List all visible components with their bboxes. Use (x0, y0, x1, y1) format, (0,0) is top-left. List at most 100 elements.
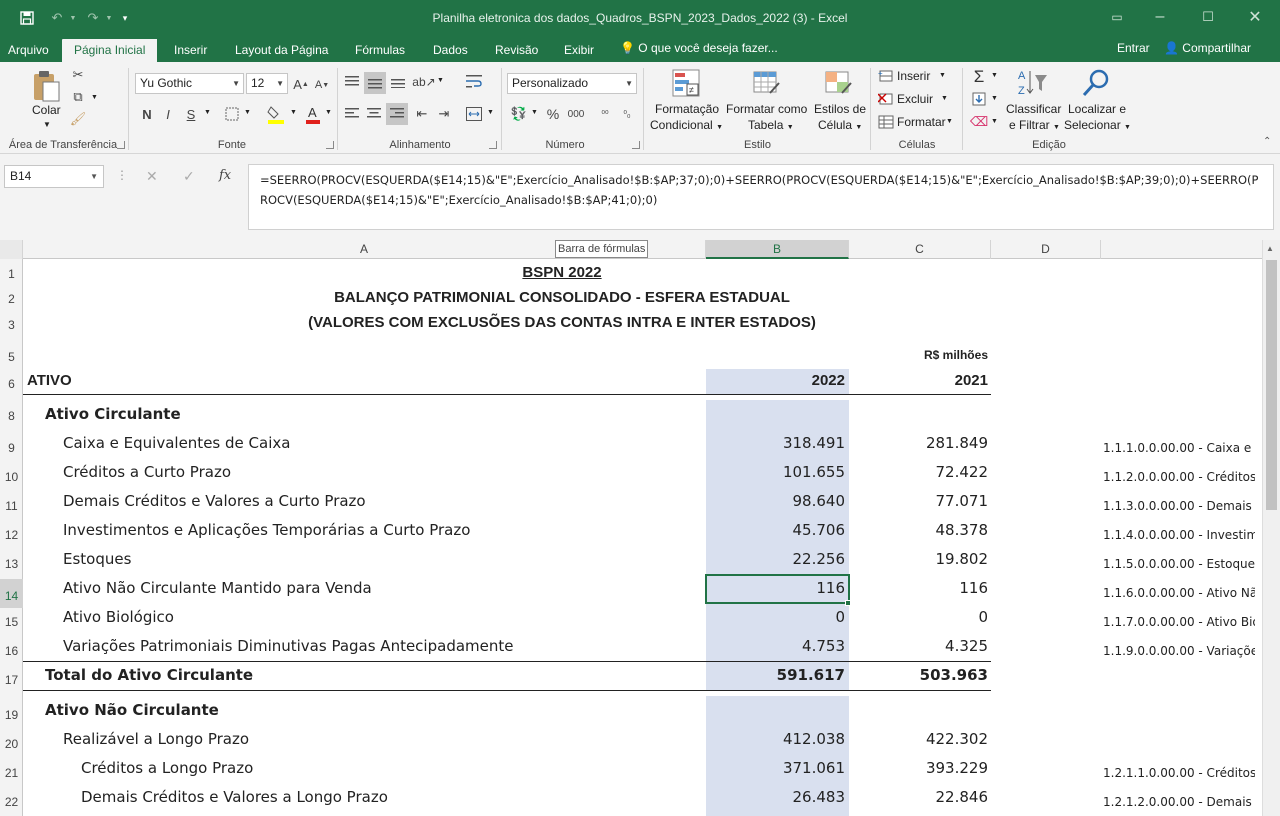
value-2021[interactable]: 77.071 (849, 492, 989, 510)
font-color-dropdown-icon[interactable]: ▼ (325, 109, 332, 116)
fill-color-icon[interactable] (265, 102, 287, 126)
value-2022[interactable]: 101.655 (706, 463, 845, 481)
account-code[interactable]: 1.2.1.1.0.00.00 - Créditos a Longo Prazo (1103, 766, 1255, 780)
sort-filter-label2[interactable]: e Filtrar ▼ (1009, 118, 1060, 132)
row-header[interactable]: 22 (0, 795, 23, 809)
row-header[interactable]: 3 (0, 318, 23, 332)
row-header[interactable]: 8 (0, 409, 23, 423)
italic-button[interactable]: I (160, 104, 176, 124)
align-center-icon[interactable] (364, 104, 384, 124)
tab-page-layout[interactable]: Layout da Página (233, 39, 330, 62)
cut-icon[interactable]: ✂ (68, 67, 88, 83)
autosum-dropdown-icon[interactable]: ▼ (991, 72, 998, 79)
format-as-table-icon[interactable] (752, 68, 782, 98)
name-box[interactable]: B14 ▼ (4, 165, 104, 188)
total-value-2022[interactable]: 591.617 (706, 666, 845, 684)
account-code[interactable]: 1.1.3.0.0.00.00 - Demais Créditos e Valo… (1103, 499, 1255, 513)
row-header[interactable]: 21 (0, 766, 23, 780)
account-label[interactable]: Créditos a Longo Prazo (81, 759, 253, 777)
formula-input[interactable]: =SEERRO(PROCV(ESQUERDA($E14;15)&"E";Exer… (248, 164, 1274, 230)
thousands-separator-icon[interactable]: 000 (565, 104, 587, 124)
sheet-subtitle-2[interactable]: (VALORES COM EXCLUSÕES DAS CONTAS INTRA … (23, 314, 1101, 331)
vertical-scrollbar[interactable]: ▲ (1262, 240, 1280, 816)
tab-review[interactable]: Revisão (493, 39, 540, 62)
sort-filter-label1[interactable]: Classificar (1006, 102, 1061, 116)
value-2021[interactable]: 22.846 (849, 788, 989, 806)
percent-icon[interactable]: % (543, 104, 563, 124)
cancel-icon[interactable]: ✕ (146, 168, 158, 185)
fill-color-dropdown-icon[interactable]: ▼ (290, 109, 297, 116)
align-middle-icon[interactable] (364, 72, 386, 94)
find-select-label1[interactable]: Localizar e (1068, 102, 1126, 116)
value-2022[interactable]: 371.061 (706, 759, 845, 777)
value-2021[interactable]: 19.802 (849, 550, 989, 568)
decrease-decimal-icon[interactable]: ⁰₀ (616, 104, 638, 124)
format-cells-icon[interactable] (877, 114, 895, 130)
decrease-indent-icon[interactable]: ⇤ (412, 104, 432, 124)
total-label[interactable]: Total do Ativo Circulante (45, 666, 253, 684)
sort-filter-icon[interactable]: AZ (1015, 66, 1049, 100)
number-launcher-icon[interactable] (632, 141, 640, 149)
fill-icon[interactable] (970, 90, 988, 108)
conditional-formatting-icon[interactable]: ≠ (671, 68, 701, 98)
underline-dropdown-icon[interactable]: ▼ (204, 109, 211, 116)
account-code[interactable]: 1.1.1.0.0.00.00 - Caixa e Equivalentes d… (1103, 441, 1255, 455)
row-header[interactable]: 12 (0, 528, 23, 542)
find-select-icon[interactable] (1079, 66, 1113, 100)
align-right-icon[interactable] (386, 103, 408, 125)
value-2022[interactable]: 4.753 (706, 637, 845, 655)
year-2022-header[interactable]: 2022 (706, 372, 845, 389)
delete-cells-icon[interactable] (877, 91, 895, 107)
account-code[interactable]: 1.1.7.0.0.00.00 - Ativo Biológico (1103, 615, 1255, 629)
row-header-selected[interactable]: 14 (0, 579, 23, 608)
row-header[interactable]: 16 (0, 644, 23, 658)
ativo-heading[interactable]: ATIVO (27, 372, 72, 389)
eraser-icon[interactable]: ⌫ (970, 113, 988, 131)
account-code[interactable]: 1.2.1.2.0.00.00 - Demais Créditos e Valo… (1103, 795, 1255, 809)
tab-view[interactable]: Exibir (562, 39, 596, 62)
account-label[interactable]: Créditos a Curto Prazo (63, 463, 231, 481)
format-painter-icon[interactable]: 🖌 (68, 111, 88, 127)
tab-file[interactable]: Arquivo (6, 39, 51, 62)
paste-label[interactable]: Colar (32, 103, 61, 117)
font-color-icon[interactable]: A (303, 102, 323, 126)
column-header-b[interactable]: B (706, 240, 849, 259)
value-2021[interactable]: 48.378 (849, 521, 989, 539)
units-label[interactable]: R$ milhões (849, 348, 988, 362)
account-code[interactable]: 1.1.4.0.0.00.00 - Investimentos e Aplica… (1103, 528, 1255, 542)
merge-center-icon[interactable] (464, 104, 484, 124)
fill-handle[interactable] (845, 600, 851, 606)
account-label[interactable]: Realizável a Longo Prazo (63, 730, 249, 748)
value-2022[interactable]: 98.640 (706, 492, 846, 510)
account-label[interactable]: Ativo Não Circulante Mantido para Venda (63, 579, 372, 597)
tab-insert[interactable]: Inserir (172, 39, 209, 62)
value-2021[interactable]: 72.422 (849, 463, 989, 481)
cell-styles-label2[interactable]: Célula ▼ (818, 118, 862, 132)
tab-data[interactable]: Dados (431, 39, 470, 62)
value-2021[interactable]: 422.302 (849, 730, 988, 748)
currency-dropdown-icon[interactable]: ▼ (531, 109, 538, 116)
value-2022[interactable]: 116 (706, 579, 845, 597)
value-2021[interactable]: 281.849 (849, 434, 988, 452)
orientation-dropdown-icon[interactable]: ▼ (437, 77, 444, 84)
sheet-subtitle[interactable]: BALANÇO PATRIMONIAL CONSOLIDADO - ESFERA… (23, 289, 1101, 306)
insert-cells-label[interactable]: Inserir (897, 69, 930, 83)
alignment-launcher-icon[interactable] (489, 141, 497, 149)
column-header-e[interactable] (1101, 240, 1262, 259)
value-2021[interactable]: 0 (849, 608, 988, 626)
align-bottom-icon[interactable] (388, 72, 408, 92)
insert-dropdown-icon[interactable]: ▼ (939, 72, 946, 79)
row-header[interactable]: 1 (0, 267, 23, 281)
borders-dropdown-icon[interactable]: ▼ (244, 109, 251, 116)
section-heading[interactable]: Ativo Circulante (45, 405, 181, 423)
row-header[interactable]: 13 (0, 557, 23, 571)
ribbon-display-icon[interactable]: ▭ (1097, 6, 1137, 28)
clear-dropdown-icon[interactable]: ▼ (991, 118, 998, 125)
autosum-icon[interactable]: Σ (969, 67, 989, 87)
copy-icon[interactable]: ⧉ (68, 89, 88, 105)
borders-icon[interactable] (222, 104, 242, 124)
increase-decimal-icon[interactable]: ⁰⁰ (594, 104, 616, 124)
share-button[interactable]: 👤 Compartilhar (1164, 41, 1251, 55)
format-as-table-label1[interactable]: Formatar como (726, 102, 807, 116)
account-label[interactable]: Investimentos e Aplicações Temporárias a… (63, 521, 470, 539)
